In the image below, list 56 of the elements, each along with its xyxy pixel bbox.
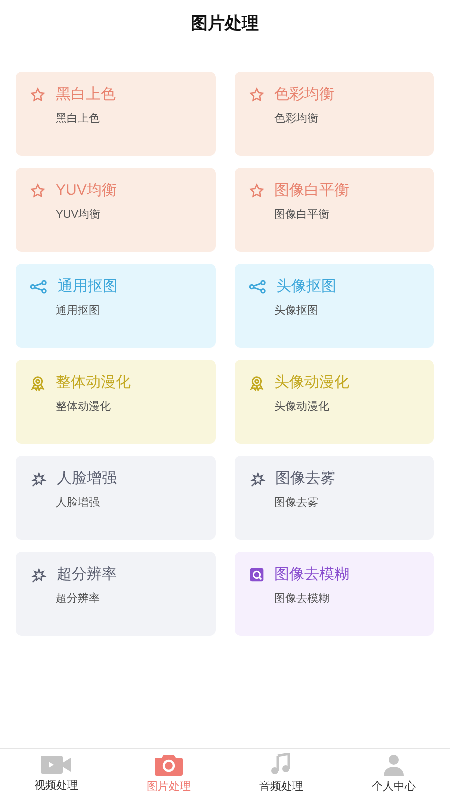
card-title: 图像白平衡 [274, 181, 350, 201]
card-title: YUV均衡 [56, 181, 117, 201]
feature-card[interactable]: 图像白平衡 图像白平衡 [234, 168, 434, 252]
card-subtitle: 超分辨率 [55, 592, 101, 606]
card-subtitle: 黑白上色 [55, 112, 101, 126]
feature-card[interactable]: 图像去模糊 图像去模糊 [234, 552, 434, 636]
feature-card[interactable]: 图像去雾 图像去雾 [234, 456, 434, 540]
medal-icon [248, 375, 264, 392]
sparkle-icon [30, 470, 47, 488]
music-note-icon [269, 753, 294, 778]
search-icon [248, 567, 264, 584]
card-title: 通用抠图 [58, 277, 118, 297]
card-subtitle: 人脸增强 [55, 496, 101, 510]
page-title: 图片处理 [191, 13, 259, 36]
card-subtitle: 图像白平衡 [274, 208, 330, 222]
share-icon [248, 280, 266, 294]
card-subtitle: 通用抠图 [55, 304, 101, 318]
medal-icon [30, 375, 46, 392]
star-icon [30, 87, 46, 104]
star-icon [248, 183, 264, 200]
feature-card[interactable]: 整体动漫化 整体动漫化 [16, 360, 216, 444]
sparkle-icon [248, 470, 266, 488]
feature-card[interactable]: 头像动漫化 头像动漫化 [234, 360, 434, 444]
camera-icon [154, 753, 184, 778]
feature-card[interactable]: 头像抠图 头像抠图 [234, 264, 434, 348]
feature-card[interactable]: 黑白上色 黑白上色 [16, 72, 216, 156]
tab-button[interactable]: 个人中心 [338, 749, 450, 800]
tab-button[interactable]: 音频处理 [225, 749, 338, 800]
card-title: 色彩均衡 [274, 85, 334, 105]
card-subtitle: 整体动漫化 [55, 400, 112, 414]
feature-card[interactable]: 超分辨率 超分辨率 [16, 552, 216, 636]
card-title: 图像去模糊 [274, 565, 350, 585]
star-icon [248, 87, 264, 104]
card-title: 头像动漫化 [274, 373, 350, 393]
video-camera-icon [40, 754, 72, 776]
card-subtitle: 色彩均衡 [274, 112, 320, 126]
feature-card[interactable]: 色彩均衡 色彩均衡 [234, 72, 434, 156]
tab-button[interactable]: 视频处理 [0, 749, 112, 800]
card-title: 超分辨率 [57, 565, 117, 585]
card-subtitle: 头像动漫化 [274, 400, 330, 414]
feature-card[interactable]: 人脸增强 人脸增强 [16, 456, 216, 540]
card-subtitle: 图像去雾 [274, 496, 320, 510]
feature-card[interactable]: 通用抠图 通用抠图 [16, 264, 216, 348]
card-title: 整体动漫化 [56, 373, 131, 393]
person-icon [382, 753, 406, 778]
card-title: 图像去雾 [276, 469, 336, 489]
card-subtitle: 图像去模糊 [274, 592, 330, 606]
star-icon [30, 183, 46, 200]
card-title: 黑白上色 [56, 85, 116, 105]
share-icon [30, 280, 48, 294]
card-title: 头像抠图 [276, 277, 336, 297]
sparkle-icon [30, 566, 47, 584]
card-subtitle: 头像抠图 [274, 304, 320, 318]
feature-card[interactable]: YUV均衡 YUV均衡 [16, 168, 216, 252]
card-title: 人脸增强 [57, 469, 117, 489]
card-subtitle: YUV均衡 [55, 208, 102, 222]
